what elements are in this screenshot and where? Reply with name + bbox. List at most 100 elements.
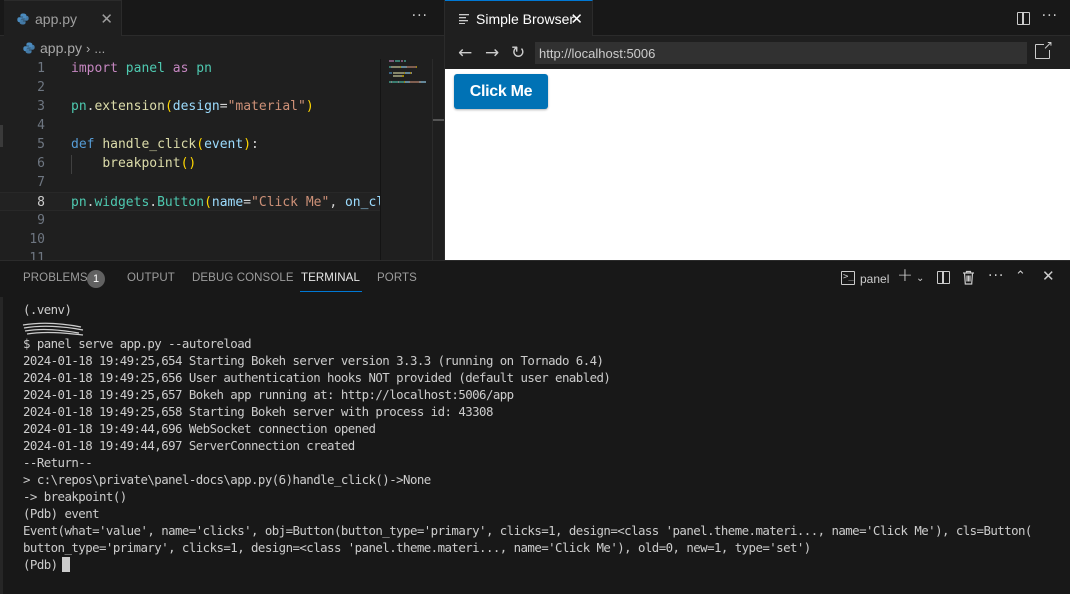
terminal-line: $ panel serve app.py --autoreload	[23, 336, 252, 351]
terminal-line: 2024-01-18 19:49:44,696 WebSocket connec…	[23, 421, 376, 436]
terminal-line: -> breakpoint()	[23, 489, 127, 504]
minimap-token	[404, 60, 406, 62]
python-icon	[23, 42, 35, 54]
line-number: 7	[37, 175, 45, 190]
code-line[interactable]: 2	[0, 78, 380, 97]
terminal-line: > c:\repos\private\panel-docs\app.py(6)h…	[23, 472, 431, 487]
new-terminal-icon[interactable]: +	[897, 266, 913, 285]
problems-count-badge: 1	[87, 270, 105, 288]
forward-arrow-icon[interactable]: →	[485, 43, 499, 63]
terminal-line: Event(what='value', name='clicks', obj=B…	[23, 523, 1032, 538]
code-line[interactable]: 3 pn.extension(design="material")	[0, 97, 380, 116]
terminal-output[interactable]: (.venv) $ panel serve app.py --autoreload…	[0, 297, 1070, 594]
tab-ports[interactable]: PORTS	[377, 272, 417, 284]
code-line[interactable]: 10	[0, 230, 380, 249]
minimap-token	[402, 75, 404, 77]
minimap-token	[389, 60, 394, 62]
tab-simple-browser[interactable]: Simple Browser ✕	[445, 0, 593, 36]
editor-tab-bar: app.py ✕ ···	[0, 0, 444, 36]
minimap-token	[407, 66, 416, 68]
indent-guide	[71, 155, 72, 174]
editor-scrollbar[interactable]	[432, 59, 445, 260]
code-text: pn.extension(design="material")	[71, 99, 314, 114]
line-number: 5	[37, 137, 45, 152]
minimap-token	[416, 66, 417, 68]
close-icon[interactable]: ✕	[570, 10, 583, 28]
line-number: 8	[37, 195, 45, 210]
minimap-token	[411, 72, 412, 74]
line-number: 4	[37, 118, 45, 133]
chevron-down-icon[interactable]: ⌄	[916, 271, 924, 287]
browser-tab-bar: Simple Browser ✕ ···	[445, 0, 1070, 36]
terminal-line: (Pdb) event	[23, 506, 100, 521]
minimap-token	[401, 60, 403, 62]
minimap-token	[395, 60, 400, 62]
minimap-token	[410, 81, 419, 83]
tab-output[interactable]: OUTPUT	[127, 272, 175, 284]
minimap-token	[393, 72, 404, 74]
breadcrumb: app.py › ...	[0, 37, 444, 59]
tab-debug-console[interactable]: DEBUG CONSOLE	[192, 272, 294, 284]
maximize-panel-icon[interactable]: ⌃	[1015, 269, 1026, 285]
simple-browser-group: Simple Browser ✕ ··· ← → ↻ Click Me	[445, 0, 1070, 260]
terminal-icon: >_	[841, 271, 855, 285]
terminal-line: (.venv)	[23, 302, 72, 317]
close-icon[interactable]: ✕	[100, 10, 113, 28]
click-me-button[interactable]: Click Me	[454, 74, 548, 109]
preview-icon	[459, 14, 469, 24]
split-editor-icon[interactable]	[1017, 12, 1030, 25]
line-number: 6	[37, 156, 45, 171]
url-input[interactable]	[535, 42, 1027, 64]
code-editor[interactable]: 1 import panel as pn 2 3 pn.extension(design…	[0, 59, 380, 260]
tab-label: Simple Browser	[476, 10, 575, 27]
line-number: 10	[29, 232, 45, 247]
browser-viewport: Click Me	[445, 69, 1070, 260]
code-line[interactable]: 8 pn.widgets.Button(name="Click Me", on_c…	[0, 192, 380, 211]
back-arrow-icon[interactable]: ←	[458, 43, 472, 63]
code-line[interactable]: 9	[0, 211, 380, 230]
terminal-name[interactable]: panel	[860, 271, 889, 287]
line-number: 2	[37, 80, 45, 95]
minimap[interactable]	[380, 59, 432, 260]
prompt-text: (Pdb)	[23, 557, 58, 572]
more-actions-icon[interactable]: ···	[1042, 8, 1058, 24]
code-text: breakpoint()	[102, 156, 197, 171]
minimap-token	[389, 72, 392, 74]
terminal-prompt[interactable]: (Pdb)	[23, 556, 70, 573]
bottom-panel: PROBLEMS 1 OUTPUT DEBUG CONSOLE TERMINAL…	[0, 260, 1070, 594]
more-actions-icon[interactable]: ···	[412, 8, 428, 24]
breadcrumb-symbols[interactable]: ...	[94, 41, 105, 56]
tab-terminal[interactable]: TERMINAL	[300, 272, 362, 292]
code-line[interactable]: 5 def handle_click(event):	[0, 135, 380, 154]
terminal-line: button_type='primary', clicks=1, design=…	[23, 540, 811, 555]
close-icon[interactable]: ✕	[1042, 268, 1055, 284]
terminal-line: 2024-01-18 19:49:25,658 Starting Bokeh s…	[23, 404, 493, 419]
minimap-token	[392, 66, 400, 68]
code-line[interactable]: 11	[0, 249, 380, 260]
split-terminal-icon[interactable]	[937, 271, 950, 284]
breadcrumb-file[interactable]: app.py	[40, 40, 82, 56]
line-number: 1	[37, 61, 45, 76]
line-number: 11	[29, 251, 45, 260]
open-in-browser-icon[interactable]	[1035, 38, 1053, 59]
code-line[interactable]: 6 breakpoint()	[0, 154, 380, 173]
minimap-token	[393, 75, 402, 77]
terminal-line: 2024-01-18 19:49:25,656 User authenticat…	[23, 370, 611, 385]
terminal-line: 2024-01-18 19:49:25,654 Starting Bokeh s…	[23, 353, 604, 368]
code-text: def handle_click(event):	[71, 137, 259, 152]
more-actions-icon[interactable]: ···	[988, 268, 1004, 284]
editor-group: app.py ✕ ··· app.py › ... 1 import panel …	[0, 0, 445, 260]
python-icon	[17, 13, 29, 24]
line-number: 3	[37, 99, 45, 114]
code-line[interactable]: 4	[0, 116, 380, 135]
chevron-right-icon: ›	[86, 40, 91, 56]
code-line[interactable]: 7	[0, 173, 380, 192]
trash-icon[interactable]	[962, 270, 975, 289]
tab-app-py[interactable]: app.py ✕	[4, 0, 122, 36]
code-text: import panel as pn	[71, 61, 212, 76]
terminal-line: 2024-01-18 19:49:25,657 Bokeh app runnin…	[23, 387, 514, 402]
reload-icon[interactable]: ↻	[511, 43, 525, 63]
line-number: 9	[37, 213, 45, 228]
code-line[interactable]: 1 import panel as pn	[0, 59, 380, 78]
tab-problems[interactable]: PROBLEMS	[23, 272, 88, 284]
